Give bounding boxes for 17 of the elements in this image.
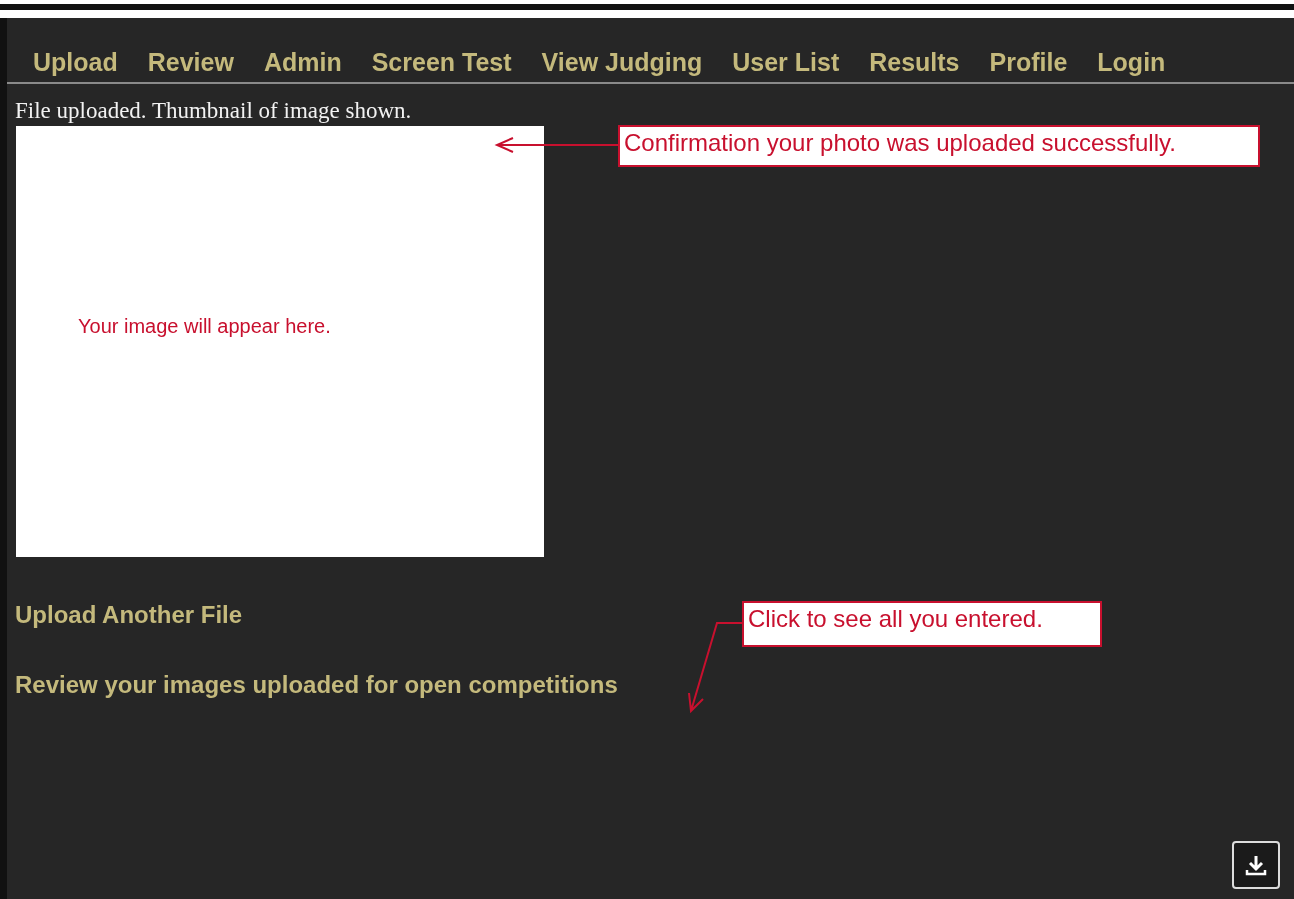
placeholder-text: Your image will appear here. [78, 315, 331, 338]
page-link[interactable]: Upload Another File [15, 601, 243, 629]
nav-link[interactable]: Screen Test [371, 48, 512, 82]
annotation-callout: Confirmation your photo was uploaded successfully. [618, 125, 1260, 167]
nav-link[interactable]: Results [869, 48, 960, 82]
status-message: File uploaded. Thumbnail of image shown. [14, 97, 413, 125]
nav-link[interactable]: Profile [989, 48, 1068, 82]
page-link[interactable]: Review your images uploaded for open competitions [15, 671, 618, 699]
download-button[interactable] [1232, 841, 1280, 889]
nav-link[interactable]: View Judging [541, 48, 703, 82]
nav-link[interactable]: Upload [33, 48, 118, 82]
nav-link[interactable]: Review [147, 48, 234, 82]
nav-link[interactable]: Login [1097, 48, 1166, 82]
nav-link[interactable]: Admin [263, 48, 342, 82]
annotation-callout: Click to see all you entered. [742, 601, 1102, 647]
download-icon [1244, 853, 1268, 877]
nav-link[interactable]: User List [732, 48, 840, 82]
